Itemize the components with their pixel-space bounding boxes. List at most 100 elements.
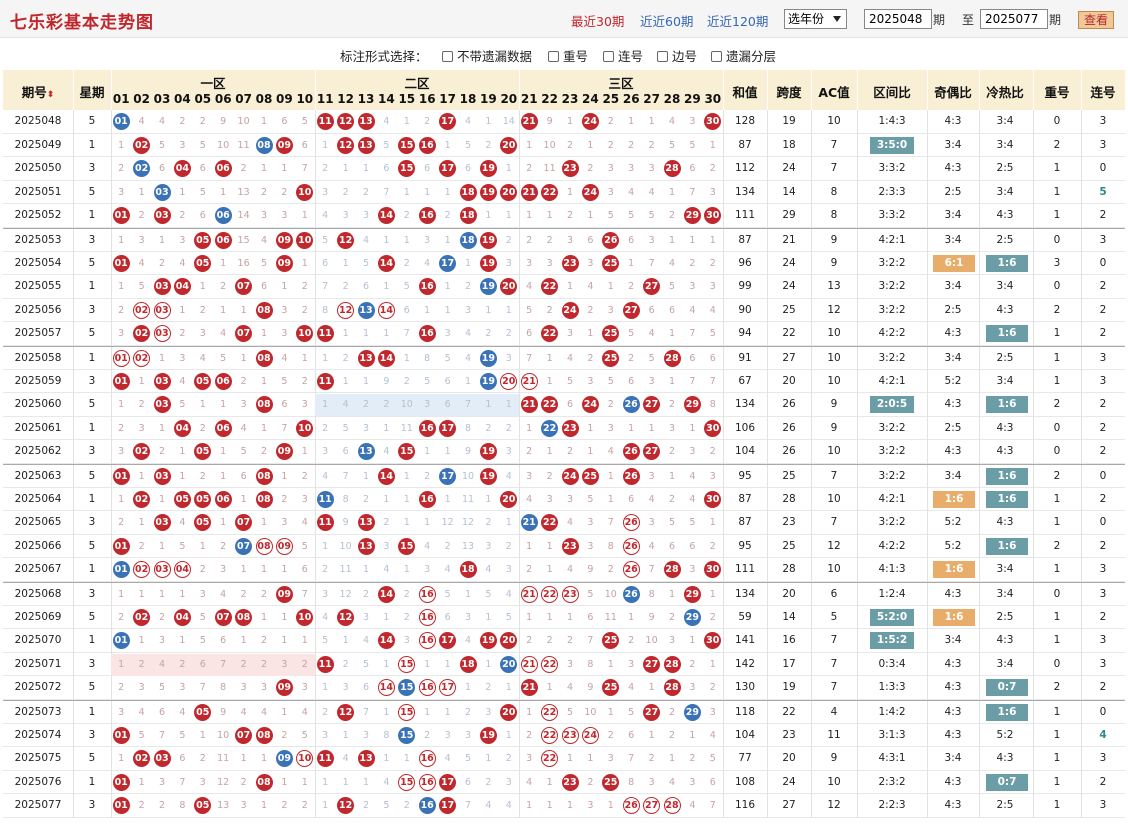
drawn-ball: 10 — [296, 183, 314, 201]
drawn-ball: 22 — [541, 514, 559, 532]
option-repeat[interactable]: 重号 — [548, 46, 588, 65]
omission-value: 7 — [607, 517, 614, 529]
drawn-ball: 20 — [500, 183, 518, 201]
omission-value: 5 — [628, 210, 635, 222]
omission-value: 3 — [648, 776, 655, 788]
period-cell: 2025049 — [14, 138, 62, 151]
omission-value: 1 — [240, 493, 247, 505]
span-cell: 25 — [782, 303, 796, 316]
drawn-ball: 08 — [255, 726, 273, 744]
checkbox-icon[interactable] — [711, 51, 722, 62]
week-cell: 5 — [88, 115, 96, 127]
odd-even-badge: 1:6 — [933, 561, 975, 579]
consecutive-cell: 3 — [1099, 563, 1107, 576]
option-consecutive[interactable]: 连号 — [603, 46, 643, 65]
omission-value: 2 — [281, 493, 288, 505]
repeat-cell: 1 — [1053, 162, 1061, 175]
period-cell: 2025059 — [14, 374, 62, 387]
omission-value: 7 — [648, 564, 655, 576]
drawn-ball: 14 — [377, 468, 395, 485]
omission-value: 5 — [383, 800, 390, 812]
omission-value: 3 — [322, 729, 329, 741]
omission-value: 4 — [301, 707, 308, 718]
omission-value: 3 — [179, 682, 186, 694]
drawn-ball: 28 — [663, 350, 681, 367]
omission-value: 1 — [158, 422, 166, 434]
omission-value: 6 — [424, 163, 431, 175]
period-to-input[interactable] — [980, 9, 1048, 29]
omission-value: 8 — [342, 493, 349, 505]
omission-value: 2 — [240, 375, 247, 387]
drawn-ball: 24 — [581, 183, 599, 201]
link-recent-30[interactable]: 最近30期 — [571, 11, 624, 30]
omission-value: 5 — [158, 682, 166, 694]
sum-cell: 134 — [734, 398, 756, 411]
column-divider — [927, 605, 928, 630]
link-recent-120[interactable]: 近近120期 — [707, 11, 768, 30]
omission-value: 1 — [444, 186, 451, 198]
omission-value: 5 — [628, 707, 635, 718]
omission-value: 4 — [301, 517, 308, 529]
drawn-ball: 08 — [235, 608, 253, 626]
option-edge[interactable]: 边号 — [657, 46, 697, 65]
week-cell: 1 — [88, 209, 96, 222]
checkbox-icon[interactable] — [548, 51, 559, 62]
ac-cell: 10 — [827, 445, 841, 458]
sum-cell: 111 — [734, 209, 756, 222]
sort-icon[interactable]: ⬍ — [47, 90, 55, 100]
omission-value: 5 — [566, 707, 574, 718]
omission-value: 5 — [138, 281, 145, 293]
year-select[interactable]: 选年份 — [784, 9, 847, 29]
ac-cell: 8 — [830, 185, 838, 198]
hot-cold-badge: 1:6 — [986, 325, 1028, 343]
omission-value: 4 — [220, 589, 227, 600]
omission-value: 1 — [668, 375, 676, 387]
ac-cell: 10 — [827, 352, 841, 364]
column-divider — [927, 251, 928, 276]
omission-value: 6 — [444, 399, 451, 411]
drawn-ball: 23 — [561, 160, 579, 178]
header-divider — [979, 70, 980, 110]
omission-value: 6 — [526, 328, 533, 340]
omission-value: 8 — [587, 658, 594, 670]
omission-value: 5 — [199, 186, 206, 198]
checkbox-icon[interactable] — [442, 51, 453, 62]
omission-value: 4 — [444, 564, 451, 576]
period-from-input[interactable] — [864, 9, 932, 29]
zone-ratio-cell: 4:3:1 — [878, 752, 906, 765]
drawn-ball: 23 — [561, 773, 579, 791]
omission-value: 4 — [566, 353, 574, 364]
header-period[interactable]: 期号⬍ — [3, 82, 73, 101]
header-number: 26 — [622, 92, 640, 106]
header-number: 27 — [643, 92, 660, 106]
column-divider — [979, 676, 980, 700]
omission-value: 3 — [566, 235, 574, 246]
header-number: 20 — [500, 92, 518, 106]
option-omission-layer[interactable]: 遗漏分层 — [711, 46, 776, 65]
omission-value: 3 — [281, 517, 288, 529]
drawn-ball-special: 15 — [398, 726, 416, 744]
consecutive-cell: 3 — [1099, 799, 1107, 812]
drawn-ball: 25 — [602, 632, 620, 650]
header-zone-3: 三区 — [608, 76, 634, 91]
link-recent-60[interactable]: 近近60期 — [640, 11, 693, 30]
option-no-omission[interactable]: 不带遗漏数据 — [442, 46, 532, 65]
hot-cold-badge: 1:6 — [986, 537, 1028, 555]
omission-value: 6 — [628, 493, 635, 505]
drawn-ball: 27 — [622, 301, 640, 319]
zone-ratio-cell: 1:2:4 — [878, 588, 906, 600]
checkbox-icon[interactable] — [603, 51, 614, 62]
checkbox-icon[interactable] — [657, 51, 668, 62]
hot-cold-cell: 4:3 — [996, 445, 1014, 458]
table-row: 2025063 5 01 1 03 1 2 1 6 08 1 2 4 7 1 14 1 2 17 10 19 4 3 2 24 2… — [3, 464, 1125, 489]
drawn-ball-ring: 15 — [398, 704, 416, 721]
omission-value: 4 — [464, 328, 472, 340]
hot-cold-cell: 3:4 — [996, 280, 1014, 293]
sum-cell: 94 — [738, 327, 752, 340]
hot-cold-cell: 2:5 — [996, 352, 1014, 364]
header-divider — [1033, 70, 1034, 110]
view-button[interactable]: 查看 — [1078, 11, 1114, 29]
omission-value: 2 — [526, 729, 533, 741]
consecutive-cell: 2 — [1099, 209, 1107, 222]
omission-value: 1 — [260, 564, 268, 576]
